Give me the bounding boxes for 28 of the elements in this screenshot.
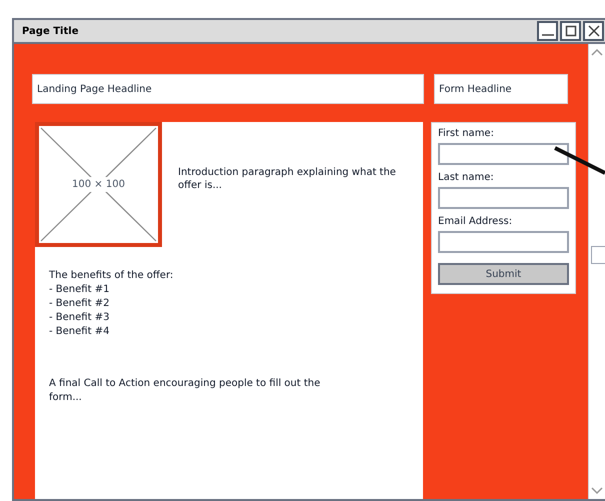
scroll-thumb[interactable] <box>591 246 605 264</box>
headline-field: Landing Page Headline <box>32 74 424 104</box>
placeholder-label: 100 × 100 <box>71 177 126 192</box>
minimize-icon <box>542 34 554 36</box>
field-label: Email Address: <box>438 215 514 229</box>
close-button[interactable] <box>583 21 604 41</box>
text-field[interactable] <box>438 187 569 209</box>
benefit-text: - Benefit #2 <box>49 297 110 311</box>
scroll-down-icon[interactable] <box>591 487 603 495</box>
maximize-button[interactable] <box>560 21 581 41</box>
text-field[interactable] <box>438 143 569 165</box>
benefit-text: - Benefit #4 <box>49 325 110 339</box>
intro-paragraph: Introduction paragraph explaining what the offer is... <box>178 166 397 193</box>
text-field[interactable] <box>438 231 569 253</box>
scroll-up-icon[interactable] <box>591 48 603 56</box>
maximize-icon <box>564 25 576 37</box>
scrollbar[interactable] <box>588 44 605 499</box>
minimize-button[interactable] <box>537 21 558 41</box>
field-label: First name: <box>438 127 495 141</box>
form-headline-field: Form Headline <box>434 74 568 104</box>
benefit-text: The benefits of the offer: <box>49 269 174 283</box>
call-to-action-text: A final Call to Action encouraging people to fill out the form... <box>49 377 322 405</box>
benefit-text: - Benefit #1 <box>49 283 110 297</box>
close-icon <box>588 25 600 37</box>
field-label: Last name: <box>438 171 495 185</box>
window-title: Page Title <box>22 24 78 38</box>
submit-button[interactable]: Submit <box>438 263 569 285</box>
benefit-text: - Benefit #3 <box>49 311 110 325</box>
